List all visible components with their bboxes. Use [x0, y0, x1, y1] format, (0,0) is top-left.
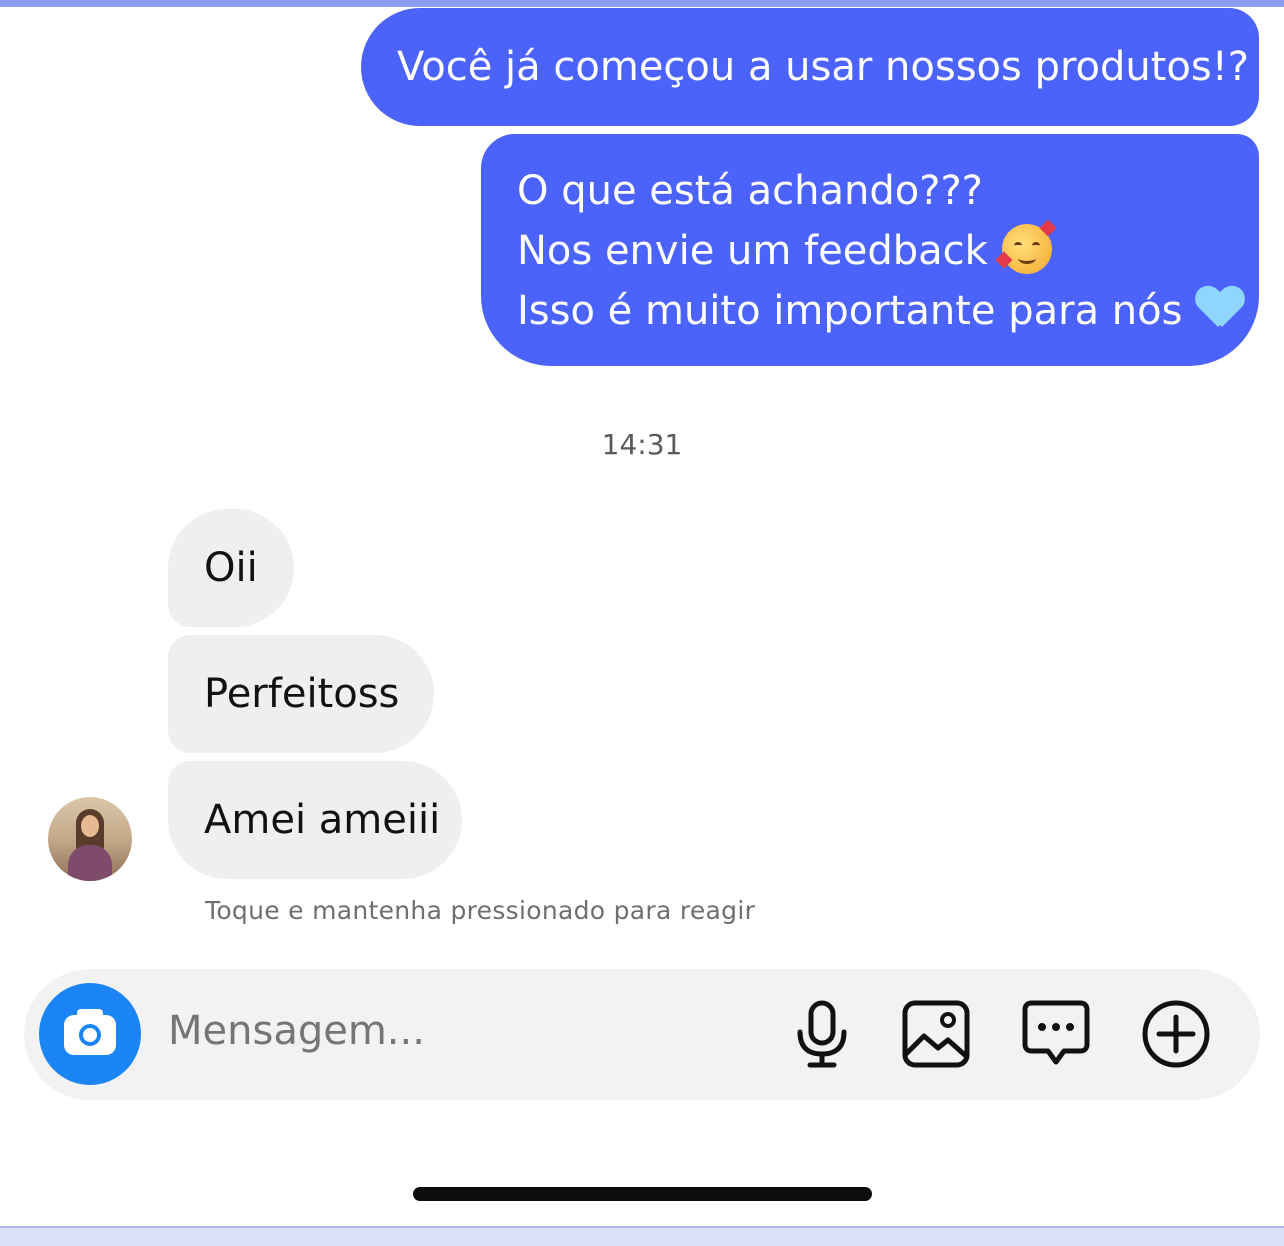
camera-button[interactable] [39, 983, 141, 1085]
sent-message-bubble[interactable]: Você já começou a usar nossos produtos!? [361, 8, 1259, 126]
received-message-text: Perfeitoss [204, 671, 400, 717]
received-message-bubble[interactable]: Amei ameiii [168, 761, 462, 879]
home-indicator[interactable] [413, 1187, 872, 1201]
sent-message-line: O que está achando??? [517, 168, 983, 214]
message-input[interactable] [168, 1008, 728, 1054]
add-icon[interactable] [1140, 998, 1212, 1070]
smiling-face-with-hearts-emoji-icon [995, 219, 1057, 274]
top-frame-border [0, 0, 1284, 7]
gallery-icon[interactable] [900, 998, 972, 1070]
sent-message-bubble[interactable]: O que está achando??? Nos envie um feedb… [481, 134, 1259, 366]
chat-options-icon[interactable] [1020, 998, 1092, 1070]
microphone-icon[interactable] [786, 998, 858, 1070]
react-hint-text: Toque e mantenha pressionado para reagir [205, 896, 756, 925]
sent-message-line: Isso é muito importante para nós [517, 281, 1223, 341]
received-message-text: Amei ameiii [204, 797, 441, 843]
contact-avatar[interactable] [48, 797, 132, 881]
received-message-bubble[interactable]: Oii [168, 509, 294, 627]
received-message-text: Oii [204, 545, 258, 591]
sent-message-text: Você já começou a usar nossos produtos!? [397, 44, 1250, 90]
message-timestamp: 14:31 [601, 428, 683, 461]
light-blue-heart-emoji-icon [1196, 287, 1244, 331]
sent-message-line: Nos envie um feedback [517, 219, 1223, 281]
bottom-frame-border [0, 1226, 1284, 1246]
received-message-bubble[interactable]: Perfeitoss [168, 635, 434, 753]
camera-icon [64, 1009, 116, 1055]
